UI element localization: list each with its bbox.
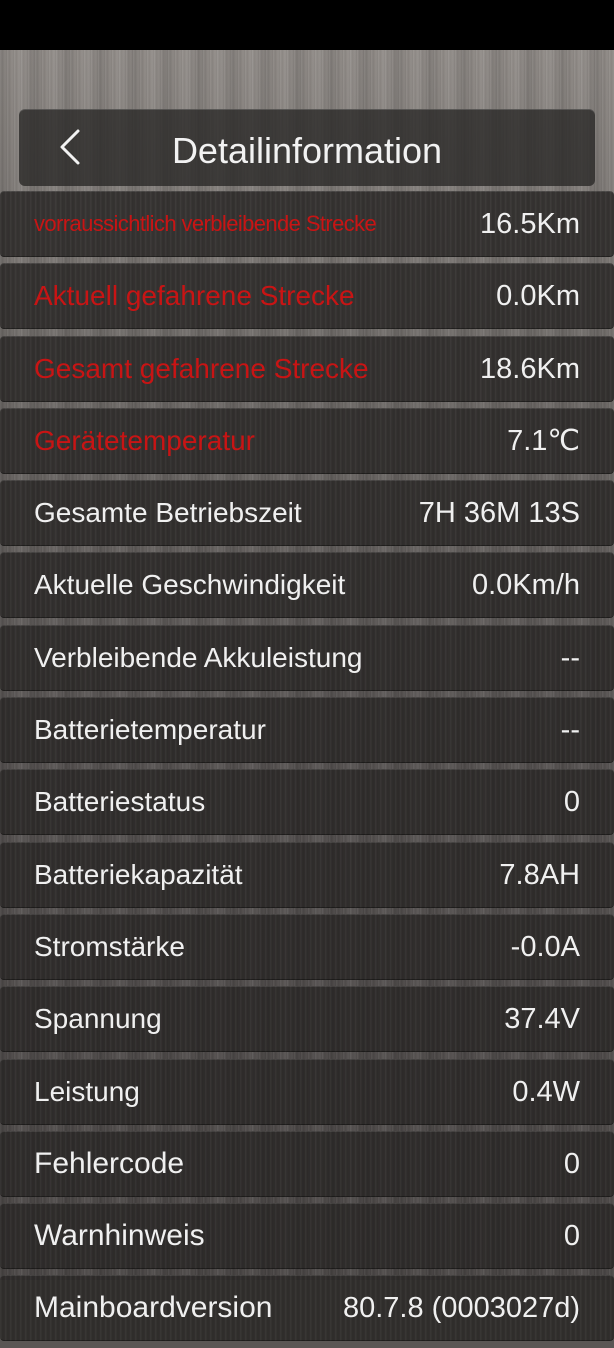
list-item: Batterietemperatur --: [0, 697, 614, 764]
list-item: Aktuell gefahrene Strecke 0.0Km: [0, 263, 614, 330]
row-value: --: [560, 641, 580, 674]
row-value: 0: [563, 1147, 580, 1180]
row-label: Mainboardversion: [34, 1291, 273, 1325]
row-label: Fehlercode: [34, 1146, 185, 1180]
row-value: 0.4W: [512, 1075, 580, 1108]
row-label: Aktuelle Geschwindigkeit: [34, 569, 346, 601]
list-item: Warnhinweis 0: [0, 1203, 614, 1270]
row-value: 7.1℃: [507, 424, 580, 457]
status-bar: [0, 0, 614, 50]
row-label: Gesamt gefahrene Strecke: [34, 352, 369, 384]
row-label: Aktuell gefahrene Strecke: [34, 280, 355, 312]
row-label: Verbleibende Akkuleistung: [34, 641, 363, 673]
row-value: 0.0Km: [496, 280, 580, 313]
list-item: Aktuelle Geschwindigkeit 0.0Km/h: [0, 552, 614, 619]
row-label: Gerätetemperatur: [34, 424, 255, 456]
row-value: 0.0Km/h: [472, 569, 580, 602]
row-label: Batteriekapazität: [34, 858, 243, 890]
row-value: -0.0A: [510, 930, 580, 963]
list-item: Mainboardversion 80.7.8 (0003027d): [0, 1275, 614, 1342]
row-label: vorraussichtlich verbleibende Strecke: [34, 211, 377, 236]
row-value: 16.5Km: [480, 208, 580, 240]
row-value: 18.6Km: [480, 352, 580, 385]
row-value: 80.7.8 (0003027d): [342, 1292, 580, 1325]
row-label: Batterietemperatur: [34, 714, 266, 746]
header-bar: Detailinformation: [19, 109, 595, 186]
list-item: Verbleibende Akkuleistung --: [0, 624, 614, 691]
page-title: Detailinformation: [171, 130, 443, 171]
row-label: Warnhinweis: [34, 1219, 205, 1253]
list-item: vorraussichtlich verbleibende Strecke 16…: [0, 191, 614, 257]
list-item: Fehlercode 0: [0, 1130, 614, 1197]
list-item: Gesamte Betriebszeit 7H 36M 13S: [0, 480, 614, 547]
row-value: 0: [563, 786, 580, 819]
list-item: Batteriekapazität 7.8AH: [0, 841, 614, 908]
row-value: 7H 36M 13S: [418, 497, 580, 530]
list-item: Gesamt gefahrene Strecke 18.6Km: [0, 335, 614, 402]
row-label: Batteriestatus: [34, 786, 206, 818]
list-item: Spannung 37.4V: [0, 986, 614, 1053]
row-value: 37.4V: [504, 1003, 580, 1036]
list-item: Batteriestatus 0: [0, 769, 614, 836]
row-label: Spannung: [34, 1003, 162, 1035]
list-item: Leistung 0.4W: [0, 1058, 614, 1125]
list-item: Stromstärke -0.0A: [0, 913, 614, 980]
row-value: 0: [563, 1220, 580, 1253]
row-label: Gesamte Betriebszeit: [34, 497, 302, 529]
row-label: Leistung: [34, 1075, 140, 1107]
list-item: Gerätetemperatur 7.1℃: [0, 407, 614, 474]
detail-list: vorraussichtlich verbleibende Strecke 16…: [0, 191, 614, 1348]
row-label: Stromstärke: [34, 930, 185, 962]
row-value: --: [560, 714, 580, 747]
row-value: 7.8AH: [499, 858, 580, 891]
